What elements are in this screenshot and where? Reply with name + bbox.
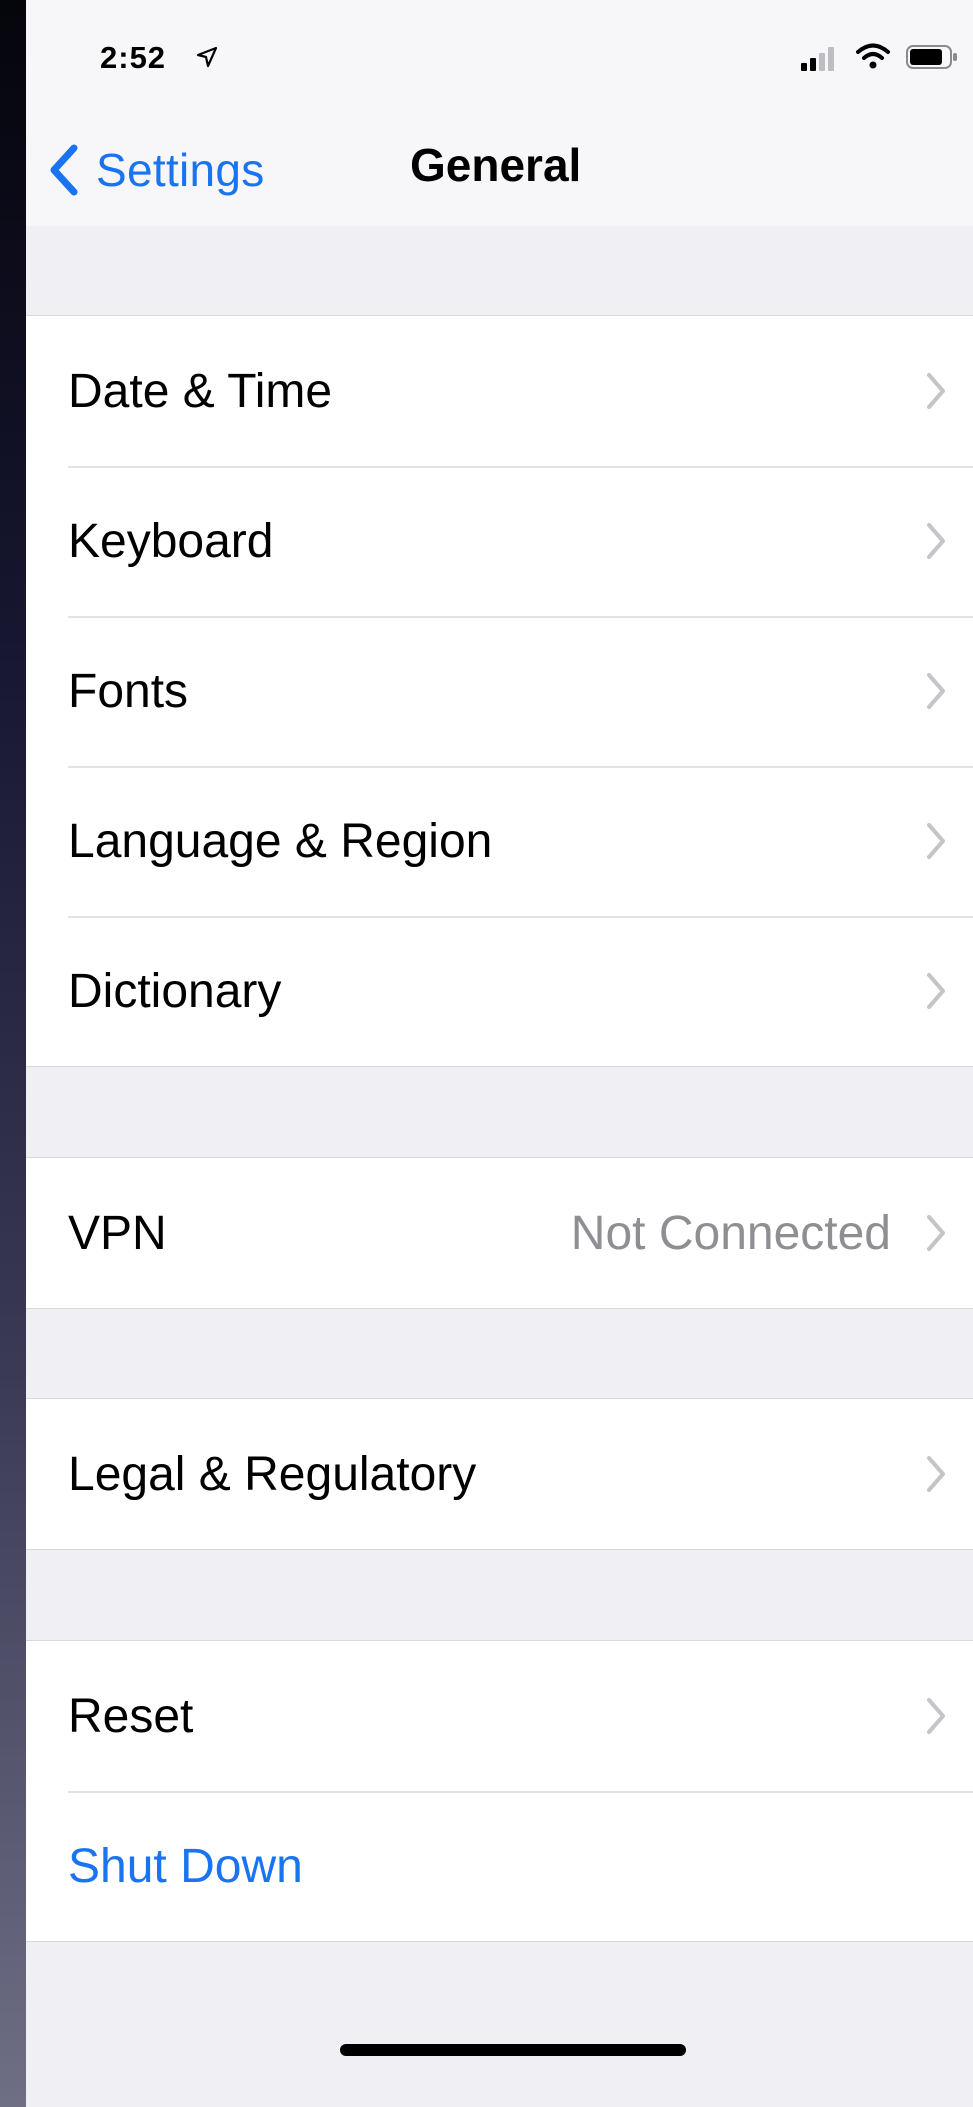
navigation-bar: Settings General — [26, 120, 973, 226]
row-label: Reset — [68, 1689, 194, 1743]
status-bar: 2:52 — [26, 0, 973, 120]
cellular-signal-icon — [801, 47, 834, 71]
chevron-right-icon — [927, 823, 945, 859]
shut-down-button[interactable]: Shut Down — [26, 1791, 973, 1941]
chevron-right-icon — [927, 973, 945, 1009]
row-reset[interactable]: Reset — [26, 1641, 973, 1791]
back-button-label: Settings — [96, 144, 265, 196]
row-date-time[interactable]: Date & Time — [26, 316, 973, 466]
settings-group-vpn: VPN Not Connected — [26, 1157, 973, 1309]
row-label: Language & Region — [68, 814, 493, 868]
row-label: Fonts — [68, 664, 189, 718]
row-dictionary[interactable]: Dictionary — [26, 916, 973, 1066]
row-label: Shut Down — [68, 1839, 303, 1893]
row-label: Legal & Regulatory — [68, 1447, 477, 1501]
settings-group-reset: Reset Shut Down — [26, 1640, 973, 1942]
page-title: General — [410, 139, 582, 191]
chevron-right-icon — [927, 373, 945, 409]
chevron-right-icon — [927, 1698, 945, 1734]
chevron-left-icon — [50, 144, 78, 196]
row-label: Date & Time — [68, 364, 333, 418]
row-label: Dictionary — [68, 964, 282, 1018]
chevron-right-icon — [927, 1215, 945, 1251]
battery-icon — [906, 45, 957, 69]
status-time: 2:52 — [100, 40, 167, 75]
wifi-icon — [856, 43, 890, 69]
settings-group-general: Date & Time Keyboard Fonts Language & Re… — [26, 315, 973, 1067]
row-keyboard[interactable]: Keyboard — [26, 466, 973, 616]
vpn-status-value: Not Connected — [570, 1206, 891, 1260]
row-legal-regulatory[interactable]: Legal & Regulatory — [26, 1399, 973, 1549]
back-button[interactable]: Settings — [46, 130, 265, 210]
row-vpn[interactable]: VPN Not Connected — [26, 1158, 973, 1308]
location-arrow-icon — [196, 46, 218, 68]
row-fonts[interactable]: Fonts — [26, 616, 973, 766]
chevron-right-icon — [927, 523, 945, 559]
chevron-right-icon — [927, 673, 945, 709]
row-label: VPN — [68, 1206, 167, 1260]
chevron-right-icon — [927, 1456, 945, 1492]
row-language-region[interactable]: Language & Region — [26, 766, 973, 916]
home-indicator[interactable] — [340, 2044, 686, 2056]
settings-screen: 2:52 Settings General Date & Time Keyboa… — [26, 0, 973, 2107]
settings-group-legal: Legal & Regulatory — [26, 1398, 973, 1550]
row-label: Keyboard — [68, 514, 274, 568]
